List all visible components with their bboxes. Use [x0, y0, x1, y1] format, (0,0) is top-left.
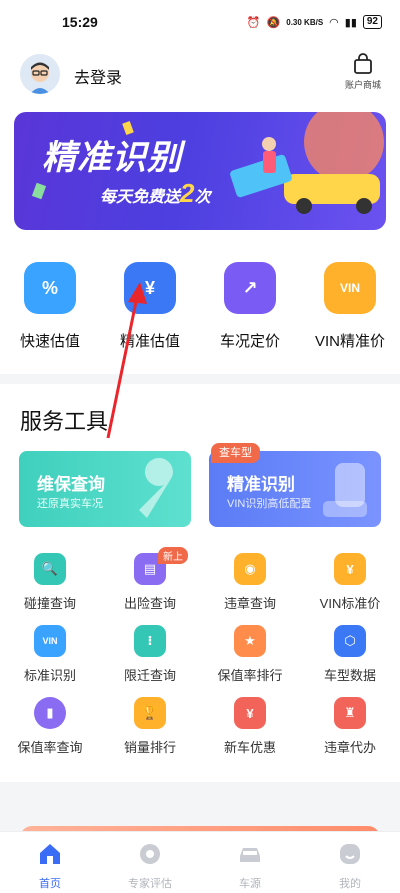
card-title: 精准识别: [227, 475, 295, 494]
quick-glyph: %: [41, 277, 58, 298]
tool-vin-standard-price[interactable]: ¥ VIN标准价: [300, 553, 400, 625]
shop-label: 账户商城: [344, 80, 381, 90]
shopping-bag-icon: [354, 53, 372, 74]
quick-glyph: ↗: [242, 277, 258, 298]
quick-label: 车况定价: [219, 333, 280, 350]
tool-label: 保值率排行: [217, 668, 283, 683]
status-icons: ⏰ 🔕 0.30 KB/S ◠ ▮▮ 92: [247, 15, 382, 29]
tool-label: 违章代办: [323, 740, 376, 755]
tool-violation-agent[interactable]: ♜ 违章代办: [300, 697, 400, 769]
condition-pricing-item[interactable]: ↗ 车况定价: [200, 262, 300, 351]
wrench-icon: [139, 457, 173, 518]
tool-label: 标准识别: [23, 668, 76, 683]
tool-standard-recognition[interactable]: VIN 标准识别: [0, 625, 100, 697]
tool-accident-query[interactable]: ▤ 新上 出险查询: [100, 547, 200, 625]
shield-search-icon: 🔍: [34, 553, 66, 585]
tool-label: 碰撞查询: [23, 596, 76, 611]
stamp-icon: ♜: [334, 697, 366, 729]
tool-label: 保值率查询: [17, 740, 83, 755]
tool-model-data[interactable]: ⬡ 车型数据: [300, 625, 400, 697]
tool-label: 车型数据: [323, 668, 376, 683]
tool-label: 销量排行: [123, 740, 176, 755]
precise-valuation-item[interactable]: ¥ 精准估值: [100, 262, 200, 351]
percent-icon: %: [24, 262, 76, 314]
expert-badge-icon: [140, 844, 160, 864]
login-link[interactable]: 去登录: [74, 64, 122, 88]
nav-label: 我的: [339, 878, 361, 890]
vin-tag-icon: VIN: [324, 262, 376, 314]
check-model-badge: 查车型: [211, 443, 260, 463]
maintenance-query-card[interactable]: 维保查询 还原真实车况: [19, 451, 191, 527]
traffic-light-icon: ⁝: [134, 625, 166, 657]
tool-label: VIN标准价: [319, 596, 381, 611]
profile-icon: [340, 844, 360, 864]
tool-collision-query[interactable]: 🔍 碰撞查询: [0, 553, 100, 625]
nav-label: 首页: [39, 878, 61, 890]
status-time: 15:29: [62, 14, 98, 30]
banner-title: 精准识别: [42, 139, 182, 177]
nav-expert[interactable]: 专家评估: [100, 832, 200, 893]
tool-violation-query[interactable]: ◉ 违章查询: [200, 553, 300, 625]
promo-banner[interactable]: 精准识别 每天免费送2次: [14, 112, 386, 230]
mute-icon: 🔕: [266, 16, 281, 29]
tool-sales-ranking[interactable]: 🏆 销量排行: [100, 697, 200, 769]
banner-subtitle: 每天免费送2次: [100, 178, 211, 209]
nav-label: 专家评估: [128, 878, 172, 890]
card-title: 维保查询: [37, 475, 105, 494]
battery-indicator: 92: [362, 15, 382, 29]
star-box-icon: ★: [234, 625, 266, 657]
vin-card-icon: VIN: [34, 625, 66, 657]
tool-retention-ranking[interactable]: ★ 保值率排行: [200, 625, 300, 697]
status-bar: 15:29 ⏰ 🔕 0.30 KB/S ◠ ▮▮ 92: [0, 0, 400, 44]
quick-label: 快速估值: [19, 333, 80, 350]
quick-valuation-item[interactable]: % 快速估值: [0, 262, 100, 351]
banner-subtitle-prefix: 每天免费送: [100, 189, 181, 206]
quick-valuation-row: % 快速估值 ¥ 精准估值 ↗ 车况定价 VIN VIN精准价: [0, 262, 400, 351]
bottom-nav: 首页 专家评估 车源 我的: [0, 831, 400, 893]
tool-label: 新车优惠: [223, 740, 276, 755]
nav-car-source[interactable]: 车源: [200, 832, 300, 893]
yuan-diamond-icon: ¥: [124, 262, 176, 314]
tool-label: 出险查询: [123, 596, 176, 611]
car-icon: [240, 848, 260, 862]
nav-home[interactable]: 首页: [0, 832, 100, 893]
services-title: 服务工具: [20, 409, 109, 434]
coupon-icon: ¥: [234, 697, 266, 729]
avatar[interactable]: [20, 54, 60, 94]
card-subtitle: 还原真实车况: [37, 498, 103, 510]
tool-label: 违章查询: [223, 596, 276, 611]
nav-label: 车源: [239, 878, 261, 890]
vin-price-item[interactable]: VIN VIN精准价: [300, 262, 400, 351]
network-speed: 0.30 KB/S: [286, 17, 324, 27]
tool-label: 限迁查询: [123, 668, 176, 683]
home-icon: [40, 844, 60, 864]
quick-label: 精准估值: [119, 333, 180, 350]
price-tag-icon: ¥: [334, 553, 366, 585]
account-shop-button[interactable]: 账户商城: [340, 52, 386, 91]
tool-grid: 🔍 碰撞查询 ▤ 新上 出险查询 ◉ 违章查询 ¥ VIN标准价 VIN 标准识…: [0, 547, 400, 769]
quick-label: VIN精准价: [314, 333, 385, 350]
signal-icon: ▮▮: [344, 16, 357, 29]
camera-icon: ◉: [234, 553, 266, 585]
tool-new-car-deals[interactable]: ¥ 新车优惠: [200, 697, 300, 769]
quick-glyph: VIN: [339, 281, 360, 295]
header: 去登录 账户商城: [0, 44, 400, 100]
banner-subtitle-suffix: 次: [194, 189, 211, 206]
nav-mine[interactable]: 我的: [300, 832, 400, 893]
alarm-icon: ⏰: [246, 16, 261, 29]
new-badge: 新上: [158, 547, 188, 564]
card-subtitle: VIN识别高低配置: [227, 498, 312, 510]
bar-chart-icon: ▮: [34, 697, 66, 729]
trend-up-icon: ↗: [224, 262, 276, 314]
trophy-icon: 🏆: [134, 697, 166, 729]
wifi-icon: ◠: [329, 16, 339, 29]
tool-migration-query[interactable]: ⁝ 限迁查询: [100, 625, 200, 697]
banner-subtitle-number: 2: [180, 178, 195, 208]
tool-retention-query[interactable]: ▮ 保值率查询: [0, 697, 100, 769]
car-seat-icon: [323, 463, 367, 517]
hexagon-chart-icon: ⬡: [334, 625, 366, 657]
quick-glyph: ¥: [144, 277, 155, 298]
